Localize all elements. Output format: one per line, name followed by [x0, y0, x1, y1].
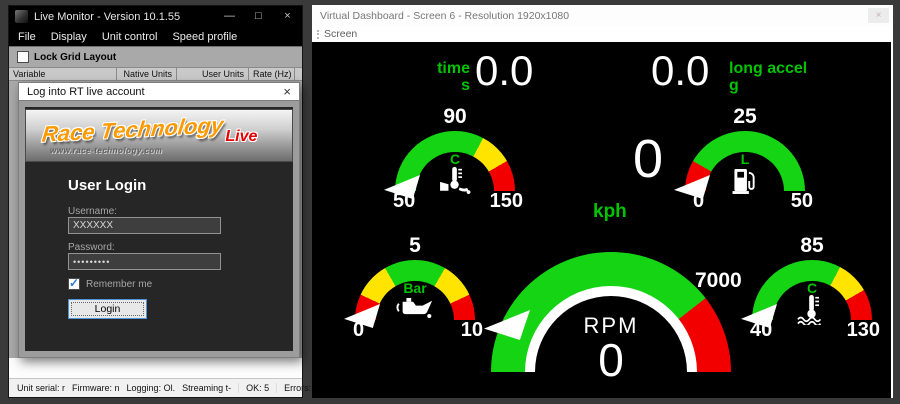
dashboard-menu-bar: Screen — [312, 26, 893, 42]
login-dialog-content: Race TechnologyLive www.race-technology.… — [25, 107, 293, 351]
menu-bar: File Display Unit control Speed profile — [9, 27, 302, 46]
dialog-close-icon[interactable]: × — [283, 84, 291, 100]
gear-counter-value: 0 — [618, 130, 678, 189]
oil-temperature-gauge: 90 C — [395, 105, 515, 221]
window-controls: — □ × — [215, 6, 302, 27]
live-monitor-titlebar[interactable]: Live Monitor - Version 10.1.55 — □ × — [9, 6, 302, 27]
oil-pressure-icon — [395, 295, 435, 324]
time-label: time — [398, 60, 470, 77]
remember-me-row: ✓ Remember me — [68, 278, 152, 290]
status-streaming: Streaming t- — [182, 383, 238, 393]
menu-speed-profile[interactable]: Speed profile — [172, 31, 237, 43]
column-header-native-units[interactable]: Native Units — [117, 68, 177, 80]
long-accel-unit: g — [729, 77, 807, 94]
status-ok: OK: 5 — [238, 383, 276, 393]
oil-temperature-icon — [438, 166, 472, 199]
time-unit: s — [398, 77, 470, 94]
virtual-dashboard-title: Virtual Dashboard - Screen 6 - Resolutio… — [320, 10, 569, 22]
gauge-min-label: 0 — [353, 319, 364, 342]
gauge-max-label: 50 — [791, 190, 813, 213]
remember-me-checkbox[interactable]: ✓ — [68, 278, 80, 290]
minimize-icon[interactable]: — — [215, 6, 244, 27]
menu-screen[interactable]: Screen — [324, 28, 357, 40]
long-accel-value: 0.0 — [651, 50, 709, 92]
user-login-heading: User Login — [68, 177, 146, 194]
window-title: Live Monitor - Version 10.1.55 — [34, 11, 180, 23]
variable-table-header: Variable Native Units User Units Rate (H… — [9, 67, 302, 81]
gauge-max-label: 150 — [490, 190, 523, 213]
menu-display[interactable]: Display — [51, 31, 87, 43]
coolant-temperature-icon — [797, 295, 827, 330]
gauge-min-label: 40 — [750, 319, 772, 342]
status-logging: Logging: Ol. — [127, 383, 183, 393]
lock-grid-checkbox[interactable] — [17, 51, 29, 63]
time-readout-labels: time s — [398, 60, 470, 94]
gauge-mid-label: 5 — [355, 234, 475, 258]
check-icon: ✓ — [69, 276, 79, 290]
gauge-min-label: 0 — [693, 190, 704, 213]
username-field[interactable] — [68, 217, 221, 234]
race-technology-logo: Race TechnologyLive www.race-technology.… — [25, 109, 293, 162]
status-bar: Unit serial: r Firmware: n Logging: Ol. … — [9, 378, 302, 397]
gauge-unit-label: C — [752, 280, 872, 296]
toolbar: Lock Grid Layout — [9, 46, 302, 67]
login-dialog-titlebar[interactable]: Log into RT live account × — [18, 82, 300, 100]
login-dialog: Log into RT live account × Race Technolo… — [18, 82, 300, 358]
lock-grid-label: Lock Grid Layout — [34, 52, 116, 63]
gauge-min-label: 50 — [393, 190, 415, 213]
oil-pressure-gauge: 5 Bar 0 10 — [355, 234, 475, 350]
virtual-dashboard-titlebar[interactable]: Virtual Dashboard - Screen 6 - Resolutio… — [312, 5, 893, 26]
password-field[interactable] — [68, 253, 221, 270]
gauge-max-label: 130 — [847, 319, 880, 342]
close-icon[interactable]: × — [273, 6, 302, 27]
fuel-pump-icon — [733, 166, 758, 200]
remember-me-label: Remember me — [86, 279, 152, 290]
menu-grip — [317, 30, 319, 39]
gauge-mid-label: 25 — [685, 105, 805, 129]
status-firmware: Firmware: n — [72, 383, 127, 393]
logo-live-text: Live — [225, 128, 257, 146]
logo-text-row: Race TechnologyLive — [42, 117, 257, 143]
login-dialog-title: Log into RT live account — [27, 86, 145, 98]
logo-url-text: www.race-technology.com — [50, 146, 162, 155]
water-temperature-gauge: 85 C — [752, 234, 872, 350]
login-button[interactable]: Login — [68, 299, 147, 319]
gauge-unit-label: Bar — [355, 280, 475, 296]
menu-file[interactable]: File — [18, 31, 36, 43]
gauge-max-label: 10 — [461, 319, 483, 342]
column-header-user-units[interactable]: User Units — [177, 68, 249, 80]
dashboard-canvas: time s 0.0 0.0 long accel g 0 kph 7000 9… — [312, 42, 891, 398]
rpm-value: 0 — [491, 335, 731, 386]
time-value: 0.0 — [475, 50, 533, 92]
logo-brand-text: Race Technology — [41, 112, 225, 148]
long-accel-readout-labels: long accel g — [729, 60, 807, 94]
virtual-dashboard-window: Virtual Dashboard - Screen 6 - Resolutio… — [312, 5, 893, 398]
login-dialog-body: Race TechnologyLive www.race-technology.… — [18, 100, 300, 358]
long-accel-label: long accel — [729, 60, 807, 77]
desktop: Live Monitor - Version 10.1.55 — □ × Fil… — [0, 0, 900, 404]
menu-unit-control[interactable]: Unit control — [102, 31, 158, 43]
fuel-gauge: 25 L 0 50 — [685, 105, 805, 221]
gauge-unit-label: L — [685, 151, 805, 167]
lower-panel — [9, 358, 302, 378]
gauge-mid-label: 90 — [395, 105, 515, 129]
rpm-gauge: RPM 0 — [491, 252, 731, 397]
gauge-mid-label: 85 — [752, 234, 872, 258]
app-icon — [15, 10, 28, 23]
close-icon[interactable]: × — [868, 8, 889, 23]
maximize-icon[interactable]: □ — [244, 6, 273, 27]
password-label: Password: — [68, 242, 115, 253]
status-unit-serial: Unit serial: r — [17, 383, 72, 393]
column-header-variable[interactable]: Variable — [9, 68, 117, 80]
username-label: Username: — [68, 206, 117, 217]
gauge-unit-label: C — [395, 151, 515, 167]
speed-unit-label: kph — [593, 201, 627, 223]
column-header-rate[interactable]: Rate (Hz) — [249, 68, 295, 80]
